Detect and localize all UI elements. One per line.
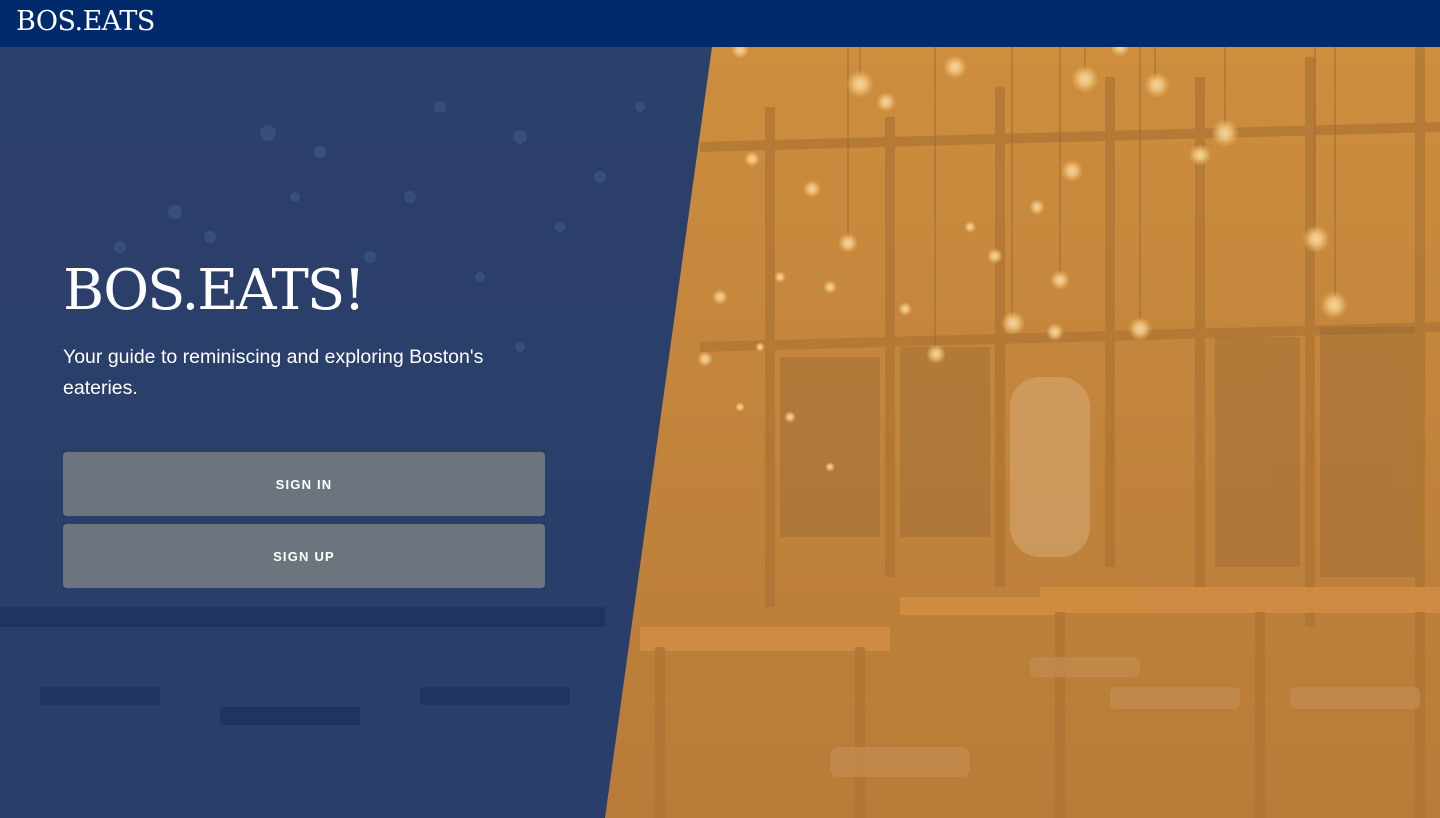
sign-up-button[interactable]: SIGN UP [63,524,545,588]
brand-logo-link[interactable]: BOS.EATS [16,5,155,39]
sign-in-button[interactable]: SIGN IN [63,452,545,516]
blue-diagonal-overlay [0,47,712,818]
top-navbar: BOS.EATS [0,0,1440,47]
hero-title: BOS.EATS! [63,258,366,323]
hero-subtitle: Your guide to reminiscing and exploring … [63,346,484,399]
hero-section [0,47,1440,818]
